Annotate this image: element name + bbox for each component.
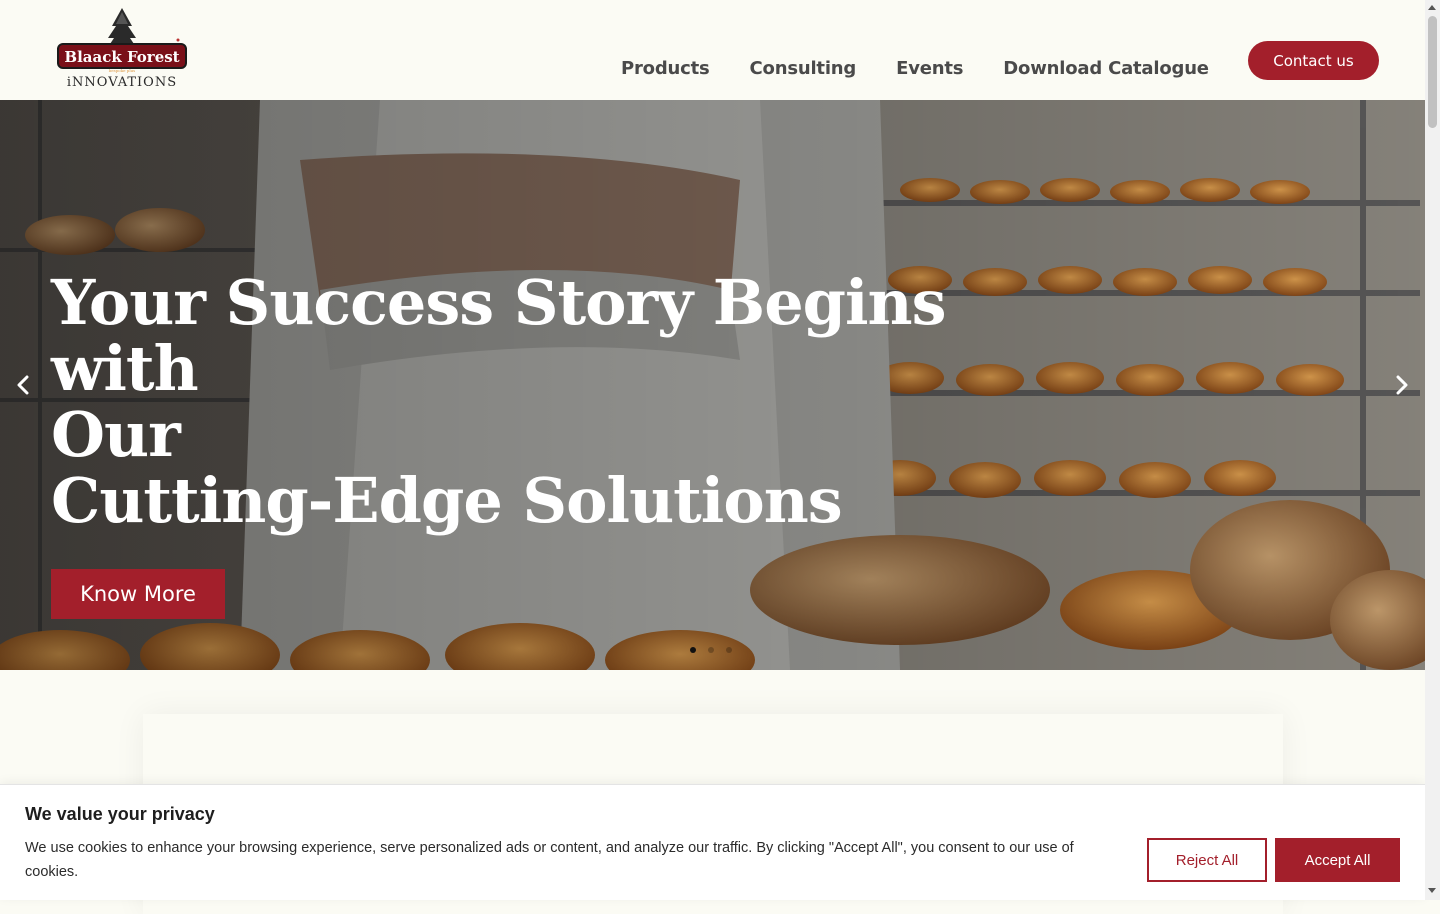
contact-us-button[interactable]: Contact us [1248,41,1379,80]
page-scrollbar[interactable] [1425,0,1440,900]
svg-text:Blaack Forest: Blaack Forest [64,48,179,66]
reject-all-button[interactable]: Reject All [1147,838,1267,882]
hero-title-line-2: Our [51,398,181,471]
slider-dot-2[interactable] [708,647,714,653]
hero-title: Your Success Story Begins with Our Cutti… [51,270,1011,534]
main-nav: Products Consulting Events Download Cata… [621,58,1249,79]
nav-events[interactable]: Events [896,58,963,79]
logo-graphic: Blaack Forest bespoke plus iNNOVATIONS [57,8,187,90]
accept-all-button[interactable]: Accept All [1275,838,1400,882]
brand-logo[interactable]: Blaack Forest bespoke plus iNNOVATIONS [56,6,188,90]
scroll-down-arrow-icon[interactable] [1428,888,1436,893]
svg-text:bespoke plus: bespoke plus [109,68,135,73]
nav-products[interactable]: Products [621,58,710,79]
nav-consulting[interactable]: Consulting [750,58,857,79]
cookie-title: We value your privacy [25,804,215,824]
slider-dot-1[interactable] [690,647,696,653]
chevron-right-icon [1396,375,1408,395]
cookie-description: We use cookies to enhance your browsing … [25,840,1074,880]
slider-next-button[interactable] [1387,370,1417,400]
slider-pagination [690,647,732,653]
hero-slider: Your Success Story Begins with Our Cutti… [0,100,1425,670]
hero-title-line-3: Cutting-Edge Solutions [51,464,843,537]
scroll-up-arrow-icon[interactable] [1428,5,1436,10]
hero-title-line-1: Your Success Story Begins with [51,266,947,405]
svg-text:iNNOVATIONS: iNNOVATIONS [67,75,177,90]
slider-dot-3[interactable] [726,647,732,653]
slider-prev-button[interactable] [8,370,38,400]
cookie-consent-banner: We value your privacy We use cookies to … [0,784,1425,900]
chevron-left-icon [17,375,29,395]
nav-download-catalogue[interactable]: Download Catalogue [1003,58,1209,79]
scrollbar-thumb[interactable] [1428,16,1437,128]
site-header: Blaack Forest bespoke plus iNNOVATIONS P… [0,0,1425,100]
know-more-button[interactable]: Know More [51,569,225,619]
